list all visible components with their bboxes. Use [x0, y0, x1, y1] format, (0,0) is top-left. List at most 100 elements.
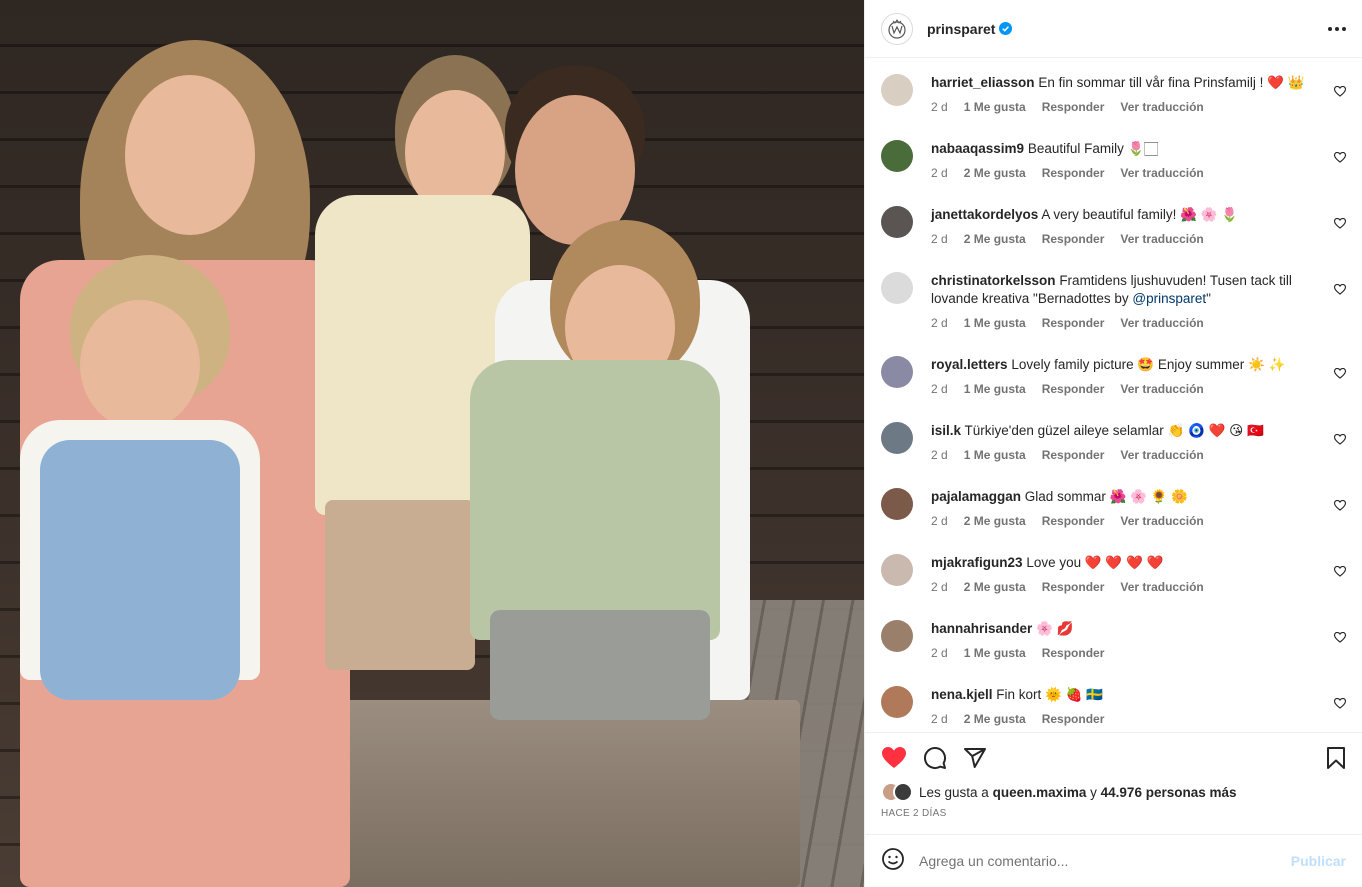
commenter-avatar[interactable] [881, 272, 913, 304]
comment-likes[interactable]: 2 Me gusta [964, 166, 1026, 180]
translate-button[interactable]: Ver traducción [1120, 448, 1203, 462]
comment-text: isil.k Türkiye'den güzel aileye selamlar… [931, 422, 1316, 440]
comment-likes[interactable]: 1 Me gusta [964, 646, 1026, 660]
commenter-avatar[interactable] [881, 620, 913, 652]
commenter-username[interactable]: pajalamaggan [931, 489, 1021, 504]
post-header: prinsparet [865, 0, 1362, 58]
liker-avatar[interactable] [893, 782, 913, 802]
commenter-avatar[interactable] [881, 554, 913, 586]
comment-likes[interactable]: 1 Me gusta [964, 100, 1026, 114]
reply-button[interactable]: Responder [1042, 382, 1105, 396]
reply-button[interactable]: Responder [1042, 100, 1105, 114]
comment-meta: 2 d 1 Me gusta Responder Ver traducción [931, 382, 1316, 396]
reply-button[interactable]: Responder [1042, 232, 1105, 246]
comment-item: harriet_eliasson En fin sommar till vår … [881, 74, 1347, 140]
commenter-username[interactable]: mjakrafigun23 [931, 555, 1023, 570]
reply-button[interactable]: Responder [1042, 646, 1105, 660]
comment-like-heart-icon[interactable] [1333, 696, 1347, 714]
comment-likes[interactable]: 2 Me gusta [964, 712, 1026, 726]
comment-likes[interactable]: 1 Me gusta [964, 382, 1026, 396]
comment-text: nena.kjell Fin kort 🌞 🍓 🇸🇪 [931, 686, 1316, 704]
translate-button[interactable]: Ver traducción [1120, 232, 1203, 246]
liker-username[interactable]: queen.maxima [993, 785, 1087, 800]
translate-button[interactable]: Ver traducción [1120, 166, 1203, 180]
bookmark-icon[interactable] [1326, 746, 1346, 770]
comment-icon[interactable] [923, 746, 947, 770]
post-side-panel: prinsparet harriet_eliasson En fin somma… [864, 0, 1362, 887]
comment-like-heart-icon[interactable] [1333, 366, 1347, 384]
account-avatar[interactable] [881, 12, 913, 45]
comment-like-heart-icon[interactable] [1333, 84, 1347, 102]
commenter-avatar[interactable] [881, 356, 913, 388]
comment-item: mjakrafigun23 Love you ❤️ ❤️ ❤️ ❤️ 2 d 2 M… [881, 554, 1347, 620]
comment-meta: 2 d 1 Me gusta Responder Ver traducción [931, 448, 1316, 462]
comment-like-heart-icon[interactable] [1333, 216, 1347, 234]
comment-age: 2 d [931, 232, 948, 246]
commenter-avatar[interactable] [881, 206, 913, 238]
comment-like-heart-icon[interactable] [1333, 498, 1347, 516]
likes-summary: Les gusta a queen.maxima y 44.976 person… [919, 785, 1237, 800]
more-options-button[interactable] [1328, 26, 1346, 31]
comment-likes[interactable]: 2 Me gusta [964, 514, 1026, 528]
comment-likes[interactable]: 2 Me gusta [964, 580, 1026, 594]
emoji-smiley-icon[interactable] [881, 847, 905, 876]
comment-text: pajalamaggan Glad sommar 🌺 🌸 🌻 🌼 [931, 488, 1316, 506]
comment-like-heart-icon[interactable] [1333, 630, 1347, 648]
comment-like-heart-icon[interactable] [1333, 564, 1347, 582]
commenter-avatar[interactable] [881, 74, 913, 106]
reply-button[interactable]: Responder [1042, 514, 1105, 528]
add-comment-bar: Agrega un comentario... Publicar [865, 834, 1362, 887]
comment-text: janettakordelyos A very beautiful family… [931, 206, 1316, 224]
commenter-avatar[interactable] [881, 422, 913, 454]
comment-age: 2 d [931, 316, 948, 330]
comment-likes[interactable]: 1 Me gusta [964, 448, 1026, 462]
commenter-username[interactable]: christinatorkelsson [931, 273, 1056, 288]
post-photo[interactable] [0, 0, 864, 887]
likes-count[interactable]: 44.976 personas más [1101, 785, 1237, 800]
comment-meta: 2 d 2 Me gusta Responder [931, 712, 1316, 726]
translate-button[interactable]: Ver traducción [1120, 316, 1203, 330]
like-heart-icon[interactable] [881, 746, 907, 770]
commenter-username[interactable]: hannahrisander [931, 621, 1032, 636]
commenter-username[interactable]: nabaaqassim9 [931, 141, 1024, 156]
commenter-username[interactable]: nena.kjell [931, 687, 993, 702]
comment-like-heart-icon[interactable] [1333, 150, 1347, 168]
share-icon[interactable] [963, 746, 987, 770]
comment-likes[interactable]: 2 Me gusta [964, 232, 1026, 246]
translate-button[interactable]: Ver traducción [1120, 580, 1203, 594]
reply-button[interactable]: Responder [1042, 580, 1105, 594]
translate-button[interactable]: Ver traducción [1120, 100, 1203, 114]
account-username[interactable]: prinsparet [927, 21, 995, 37]
reply-button[interactable]: Responder [1042, 166, 1105, 180]
comment-item: royal.letters Lovely family picture 🤩 En… [881, 356, 1347, 422]
comment-body: En fin sommar till vår fina Prinsfamilj … [1038, 75, 1305, 90]
comment-age: 2 d [931, 712, 948, 726]
instagram-post-modal: prinsparet harriet_eliasson En fin somma… [0, 0, 1362, 887]
commenter-username[interactable]: harriet_eliasson [931, 75, 1035, 90]
post-timestamp[interactable]: HACE 2 DÍAS [881, 808, 1346, 819]
post-comment-button[interactable]: Publicar [1291, 853, 1346, 869]
translate-button[interactable]: Ver traducción [1120, 382, 1203, 396]
comment-age: 2 d [931, 580, 948, 594]
comment-age: 2 d [931, 448, 948, 462]
commenter-avatar[interactable] [881, 488, 913, 520]
comment-body: Lovely family picture 🤩 Enjoy summer ☀️ … [1011, 357, 1286, 372]
commenter-username[interactable]: isil.k [931, 423, 961, 438]
comment-meta: 2 d 2 Me gusta Responder Ver traducción [931, 514, 1316, 528]
comment-input[interactable]: Agrega un comentario... [919, 853, 1291, 869]
likes-prefix: Les gusta a [919, 784, 989, 800]
commenter-username[interactable]: royal.letters [931, 357, 1008, 372]
comment-like-heart-icon[interactable] [1333, 432, 1347, 450]
commenter-username[interactable]: janettakordelyos [931, 207, 1038, 222]
comment-item: hannahrisander 🌸 💋 2 d 1 Me gusta Responder [881, 620, 1347, 686]
reply-button[interactable]: Responder [1042, 316, 1105, 330]
translate-button[interactable]: Ver traducción [1120, 514, 1203, 528]
comment-like-heart-icon[interactable] [1333, 282, 1347, 300]
commenter-avatar[interactable] [881, 686, 913, 718]
reply-button[interactable]: Responder [1042, 448, 1105, 462]
reply-button[interactable]: Responder [1042, 712, 1105, 726]
mention-link[interactable]: @prinsparet [1132, 291, 1206, 306]
comment-likes[interactable]: 1 Me gusta [964, 316, 1026, 330]
commenter-avatar[interactable] [881, 140, 913, 172]
comments-list[interactable]: harriet_eliasson En fin sommar till vår … [865, 58, 1362, 732]
